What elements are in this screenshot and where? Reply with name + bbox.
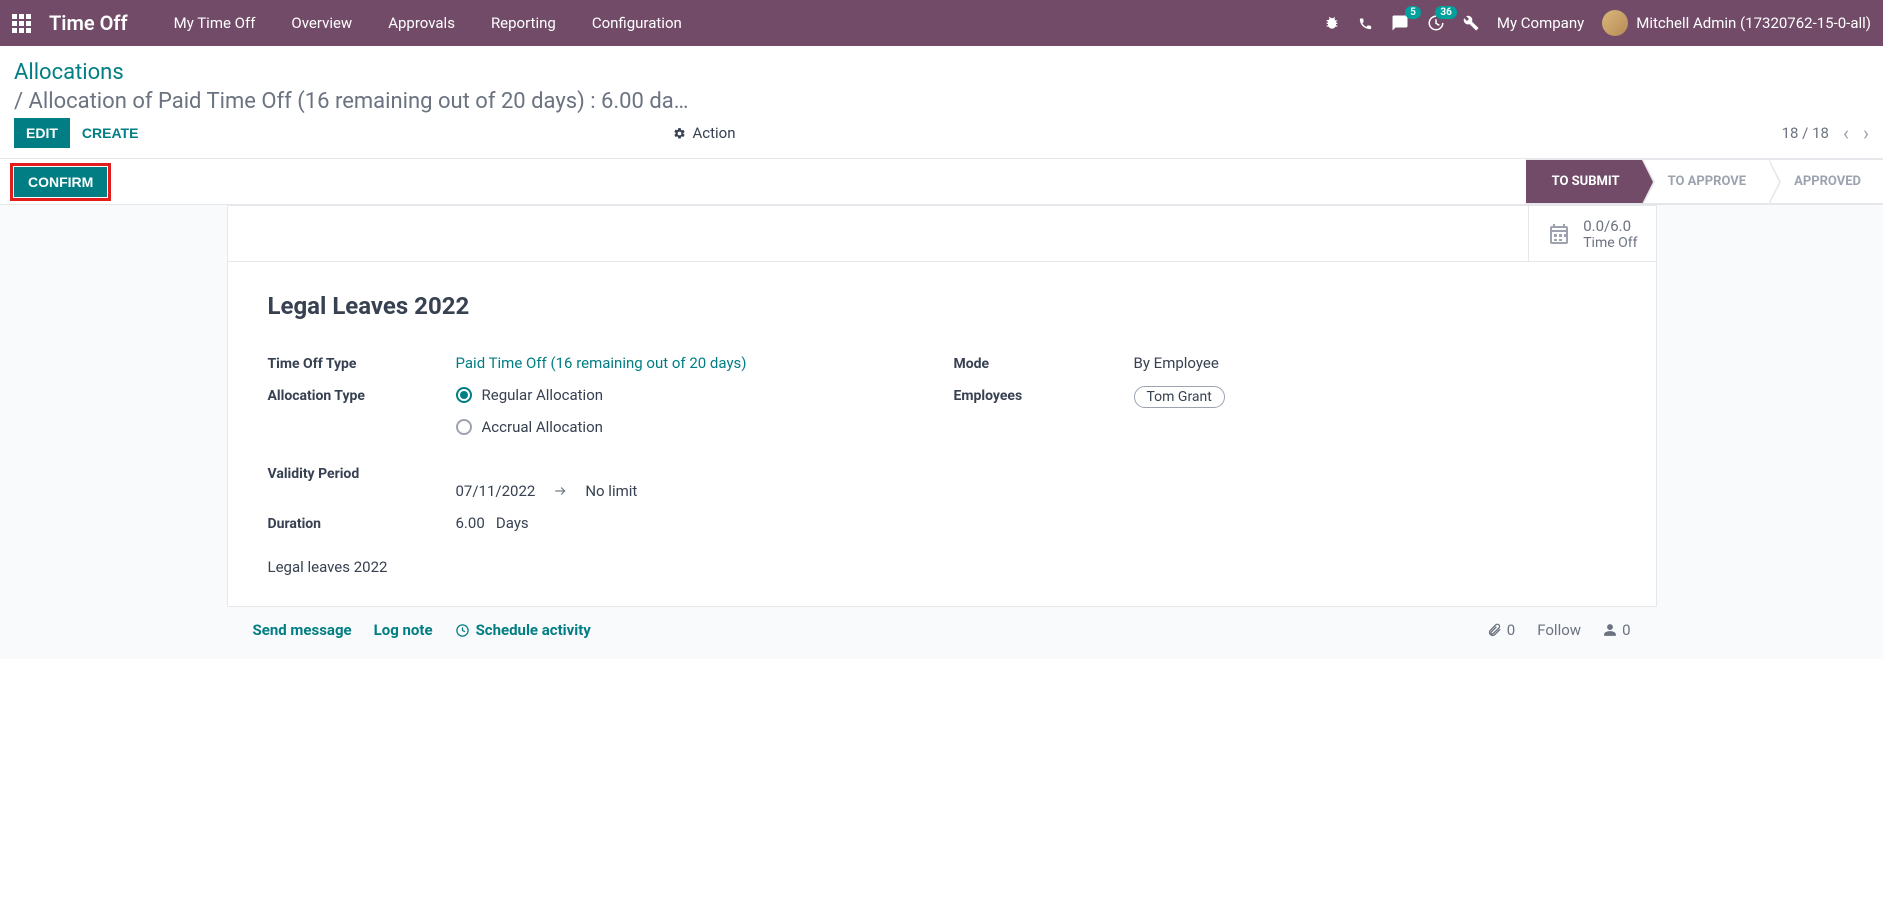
- highlight-confirm: CONFIRM: [10, 163, 111, 201]
- menu-configuration[interactable]: Configuration: [574, 2, 700, 44]
- radio-accrual-allocation[interactable]: Accrual Allocation: [456, 418, 930, 436]
- breadcrumb-current: / Allocation of Paid Time Off (16 remain…: [14, 89, 714, 114]
- gear-icon: [673, 127, 686, 140]
- duration-value: 6.00: [456, 514, 485, 532]
- action-menu[interactable]: Action: [673, 124, 735, 142]
- followers-count: 0: [1622, 621, 1630, 639]
- calendar-icon: [1547, 222, 1571, 246]
- attachments-button[interactable]: 0: [1487, 621, 1515, 639]
- tools-icon[interactable]: [1463, 15, 1479, 31]
- radio-on-icon: [456, 387, 472, 403]
- form-sheet: 0.0/6.0 Time Off Legal Leaves 2022 Time …: [227, 205, 1657, 607]
- apps-icon[interactable]: [12, 14, 31, 33]
- validity-from: 07/11/2022: [456, 482, 536, 500]
- label-validity-period: Validity Period: [268, 464, 456, 482]
- menu-my-time-off[interactable]: My Time Off: [156, 2, 274, 44]
- record-title: Legal Leaves 2022: [268, 292, 1616, 320]
- pager-next[interactable]: ›: [1863, 121, 1869, 145]
- employee-tag[interactable]: Tom Grant: [1134, 386, 1225, 408]
- menu-overview[interactable]: Overview: [273, 2, 370, 44]
- status-to-submit[interactable]: TO SUBMIT: [1526, 159, 1642, 204]
- sheet-body: Legal Leaves 2022 Time Off Type Paid Tim…: [228, 262, 1656, 606]
- control-bar: EDIT CREATE Action 18 / 18 ‹ ›: [0, 118, 1883, 159]
- stat-time-off[interactable]: 0.0/6.0 Time Off: [1528, 206, 1655, 261]
- chatter-bar: Send message Log note Schedule activity …: [227, 621, 1657, 639]
- allocation-note: Legal leaves 2022: [268, 558, 930, 576]
- sheet-header: 0.0/6.0 Time Off: [228, 206, 1656, 262]
- label-duration: Duration: [268, 514, 456, 532]
- status-approved[interactable]: APPROVED: [1768, 159, 1883, 204]
- paperclip-icon: [1487, 623, 1502, 638]
- status-to-approve[interactable]: TO APPROVE: [1642, 159, 1769, 204]
- value-mode: By Employee: [1134, 354, 1616, 372]
- create-button[interactable]: CREATE: [70, 118, 151, 148]
- clock-icon: [455, 623, 470, 638]
- app-name[interactable]: Time Off: [49, 11, 128, 35]
- label-employees: Employees: [954, 386, 1134, 404]
- value-time-off-type[interactable]: Paid Time Off (16 remaining out of 20 da…: [456, 354, 930, 372]
- company-switcher[interactable]: My Company: [1497, 14, 1584, 32]
- bug-icon[interactable]: [1324, 15, 1340, 31]
- messaging-icon[interactable]: 5: [1391, 14, 1409, 32]
- schedule-activity-label: Schedule activity: [476, 621, 591, 639]
- activities-badge: 36: [1435, 6, 1456, 19]
- edit-button[interactable]: EDIT: [14, 118, 70, 148]
- main-menu: My Time Off Overview Approvals Reporting…: [156, 2, 700, 44]
- avatar: [1602, 10, 1628, 36]
- breadcrumb: Allocations / Allocation of Paid Time Of…: [0, 46, 1883, 118]
- label-allocation-type: Allocation Type: [268, 386, 456, 404]
- activities-icon[interactable]: 36: [1427, 14, 1445, 32]
- pager-count[interactable]: 18 / 18: [1782, 124, 1829, 142]
- stat-value: 0.0/6.0: [1583, 217, 1637, 235]
- menu-reporting[interactable]: Reporting: [473, 2, 574, 44]
- radio-regular-allocation[interactable]: Regular Allocation: [456, 386, 930, 404]
- pager: 18 / 18 ‹ ›: [1782, 121, 1869, 145]
- stat-label: Time Off: [1583, 235, 1637, 251]
- duration-unit: Days: [496, 514, 529, 532]
- user-name: Mitchell Admin (17320762-15-0-all): [1636, 14, 1871, 32]
- arrow-right-icon: [551, 484, 569, 498]
- messaging-badge: 5: [1405, 6, 1421, 19]
- confirm-button[interactable]: CONFIRM: [14, 167, 107, 197]
- person-icon: [1603, 623, 1617, 637]
- status-flow: TO SUBMIT TO APPROVE APPROVED: [1526, 159, 1883, 204]
- breadcrumb-root[interactable]: Allocations: [14, 60, 1867, 85]
- radio-off-icon: [456, 419, 472, 435]
- systray: 5 36 My Company Mitchell Admin (17320762…: [1324, 10, 1871, 36]
- radio-accrual-label: Accrual Allocation: [482, 418, 603, 436]
- validity-to: No limit: [585, 482, 637, 500]
- send-message-button[interactable]: Send message: [253, 621, 352, 639]
- action-label: Action: [692, 124, 735, 142]
- top-navbar: Time Off My Time Off Overview Approvals …: [0, 0, 1883, 46]
- label-time-off-type: Time Off Type: [268, 354, 456, 372]
- radio-regular-label: Regular Allocation: [482, 386, 604, 404]
- attachments-count: 0: [1507, 621, 1515, 639]
- menu-approvals[interactable]: Approvals: [370, 2, 473, 44]
- form-left-column: Time Off Type Paid Time Off (16 remainin…: [268, 354, 930, 576]
- form-background: 0.0/6.0 Time Off Legal Leaves 2022 Time …: [0, 205, 1883, 659]
- status-bar: CONFIRM TO SUBMIT TO APPROVE APPROVED: [0, 159, 1883, 205]
- pager-prev[interactable]: ‹: [1843, 121, 1849, 145]
- user-menu[interactable]: Mitchell Admin (17320762-15-0-all): [1602, 10, 1871, 36]
- form-columns: Time Off Type Paid Time Off (16 remainin…: [268, 354, 1616, 576]
- followers-button[interactable]: 0: [1603, 621, 1630, 639]
- form-right-column: Mode By Employee Employees Tom Grant: [954, 354, 1616, 576]
- follow-button[interactable]: Follow: [1537, 621, 1581, 639]
- phone-icon[interactable]: [1358, 16, 1373, 31]
- label-mode: Mode: [954, 354, 1134, 372]
- log-note-button[interactable]: Log note: [374, 621, 433, 639]
- schedule-activity-button[interactable]: Schedule activity: [455, 621, 591, 639]
